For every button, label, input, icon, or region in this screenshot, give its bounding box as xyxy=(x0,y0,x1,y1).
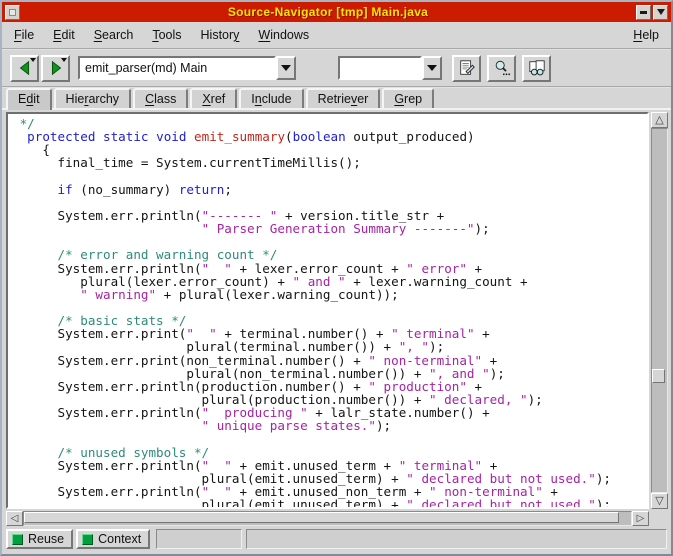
back-button[interactable] xyxy=(10,55,39,82)
search-icon xyxy=(493,59,511,77)
minimize-icon xyxy=(640,11,647,14)
status-panel-message xyxy=(246,529,667,549)
minimize-button[interactable] xyxy=(636,5,651,20)
horizontal-scrollbar[interactable]: ◁ ▷ xyxy=(6,511,668,526)
grep-icon xyxy=(528,59,546,77)
horizontal-scroll-trough[interactable] xyxy=(23,511,632,526)
horizontal-scroll-thumb[interactable] xyxy=(24,512,619,523)
search-combobox-dropdown-button[interactable] xyxy=(422,56,442,80)
code-line: protected static void emit_summary(boole… xyxy=(12,130,647,143)
window-menu-icon xyxy=(9,9,16,16)
scroll-down-icon: ▽ xyxy=(655,496,663,507)
code-line: if (no_summary) return; xyxy=(12,183,647,196)
scroll-right-icon: ▷ xyxy=(637,514,645,524)
back-history-dropdown-icon[interactable] xyxy=(30,58,36,62)
context-toggle-label: Context xyxy=(98,532,141,546)
menu-item-help[interactable]: Help xyxy=(633,28,659,42)
search-combobox-input[interactable] xyxy=(338,56,422,80)
forward-button[interactable] xyxy=(41,55,70,82)
code-editor[interactable]: */ protected static void emit_summary(bo… xyxy=(6,112,649,509)
tab-bar: EditHierarchyClassXrefIncludeRetrieverGr… xyxy=(2,88,671,110)
statusbar: Reuse Context xyxy=(2,526,671,552)
tab-xref[interactable]: Xref xyxy=(190,88,237,108)
symbol-combobox-value: emit_parser(md) Main xyxy=(85,61,207,75)
code-lines: */ protected static void emit_summary(bo… xyxy=(12,117,647,509)
code-line: " Parser Generation Summary -------"); xyxy=(12,222,647,235)
editor-icon xyxy=(458,59,476,77)
menu-item-windows[interactable]: Windows xyxy=(258,28,309,42)
menu-help: Help xyxy=(633,28,659,42)
code-line: plural(emit.unused_term) + " declared bu… xyxy=(12,498,647,509)
window-controls xyxy=(636,5,668,20)
forward-arrow-icon xyxy=(47,59,65,77)
status-panel-left xyxy=(156,529,242,549)
symbol-combobox-dropdown-button[interactable] xyxy=(276,56,296,80)
tab-include[interactable]: Include xyxy=(239,88,303,108)
scroll-down-button[interactable]: ▽ xyxy=(651,493,668,509)
context-toggle-button[interactable]: Context xyxy=(76,529,150,549)
code-line: " warning" + plural(lexer.warning_count)… xyxy=(12,288,647,301)
symbol-combobox-input[interactable]: emit_parser(md) Main xyxy=(78,56,276,80)
scroll-left-icon: ◁ xyxy=(11,514,19,524)
reuse-indicator-icon xyxy=(12,534,23,545)
scrollbar-corner xyxy=(649,511,668,526)
menu-item-file[interactable]: File xyxy=(14,28,34,42)
tab-edit[interactable]: Edit xyxy=(6,88,52,110)
maximize-icon xyxy=(657,9,665,15)
menu-items: File Edit Search Tools History Windows xyxy=(14,28,633,42)
menu-item-search[interactable]: Search xyxy=(94,28,134,42)
menubar: File Edit Search Tools History Windows Help xyxy=(2,22,671,48)
tab-class[interactable]: Class xyxy=(133,88,188,108)
editor-button[interactable] xyxy=(452,55,481,82)
tab-grep[interactable]: Grep xyxy=(382,88,434,108)
code-line: final_time = System.currentTimeMillis(); xyxy=(12,156,647,169)
vertical-scrollbar[interactable]: △ ▽ xyxy=(651,112,668,509)
tab-hierarchy[interactable]: Hierarchy xyxy=(54,88,132,108)
titlebar: Source-Navigator [tmp] Main.java xyxy=(2,2,671,22)
toolbar: emit_parser(md) Main xyxy=(2,50,671,86)
forward-history-dropdown-icon[interactable] xyxy=(61,58,67,62)
grep-button[interactable] xyxy=(522,55,551,82)
scroll-right-button[interactable]: ▷ xyxy=(632,511,649,526)
vertical-scroll-thumb[interactable] xyxy=(652,369,665,383)
context-indicator-icon xyxy=(82,534,93,545)
window-bottom-frame xyxy=(2,552,671,556)
scroll-up-button[interactable]: △ xyxy=(651,112,668,128)
scroll-up-icon: △ xyxy=(655,115,663,126)
scroll-left-button[interactable]: ◁ xyxy=(6,511,23,526)
menu-item-history[interactable]: History xyxy=(201,28,240,42)
chevron-down-icon xyxy=(281,65,291,71)
search-button[interactable] xyxy=(487,55,516,82)
menu-item-edit[interactable]: Edit xyxy=(53,28,75,42)
window-menu-button[interactable] xyxy=(5,5,20,20)
back-arrow-icon xyxy=(16,59,34,77)
menu-item-tools[interactable]: Tools xyxy=(152,28,181,42)
vertical-scroll-trough[interactable] xyxy=(651,128,668,493)
chevron-down-icon xyxy=(427,65,437,71)
window-title: Source-Navigator [tmp] Main.java xyxy=(20,5,636,19)
editor-area: */ protected static void emit_summary(bo… xyxy=(2,110,671,509)
code-line: " unique parse states."); xyxy=(12,419,647,432)
status-toggles: Reuse Context xyxy=(6,529,153,549)
maximize-button[interactable] xyxy=(653,5,668,20)
source-navigator-window: Source-Navigator [tmp] Main.java File Edi… xyxy=(0,0,673,556)
reuse-toggle-label: Reuse xyxy=(28,532,64,546)
reuse-toggle-button[interactable]: Reuse xyxy=(6,529,73,549)
tab-retriever[interactable]: Retriever xyxy=(306,88,381,108)
